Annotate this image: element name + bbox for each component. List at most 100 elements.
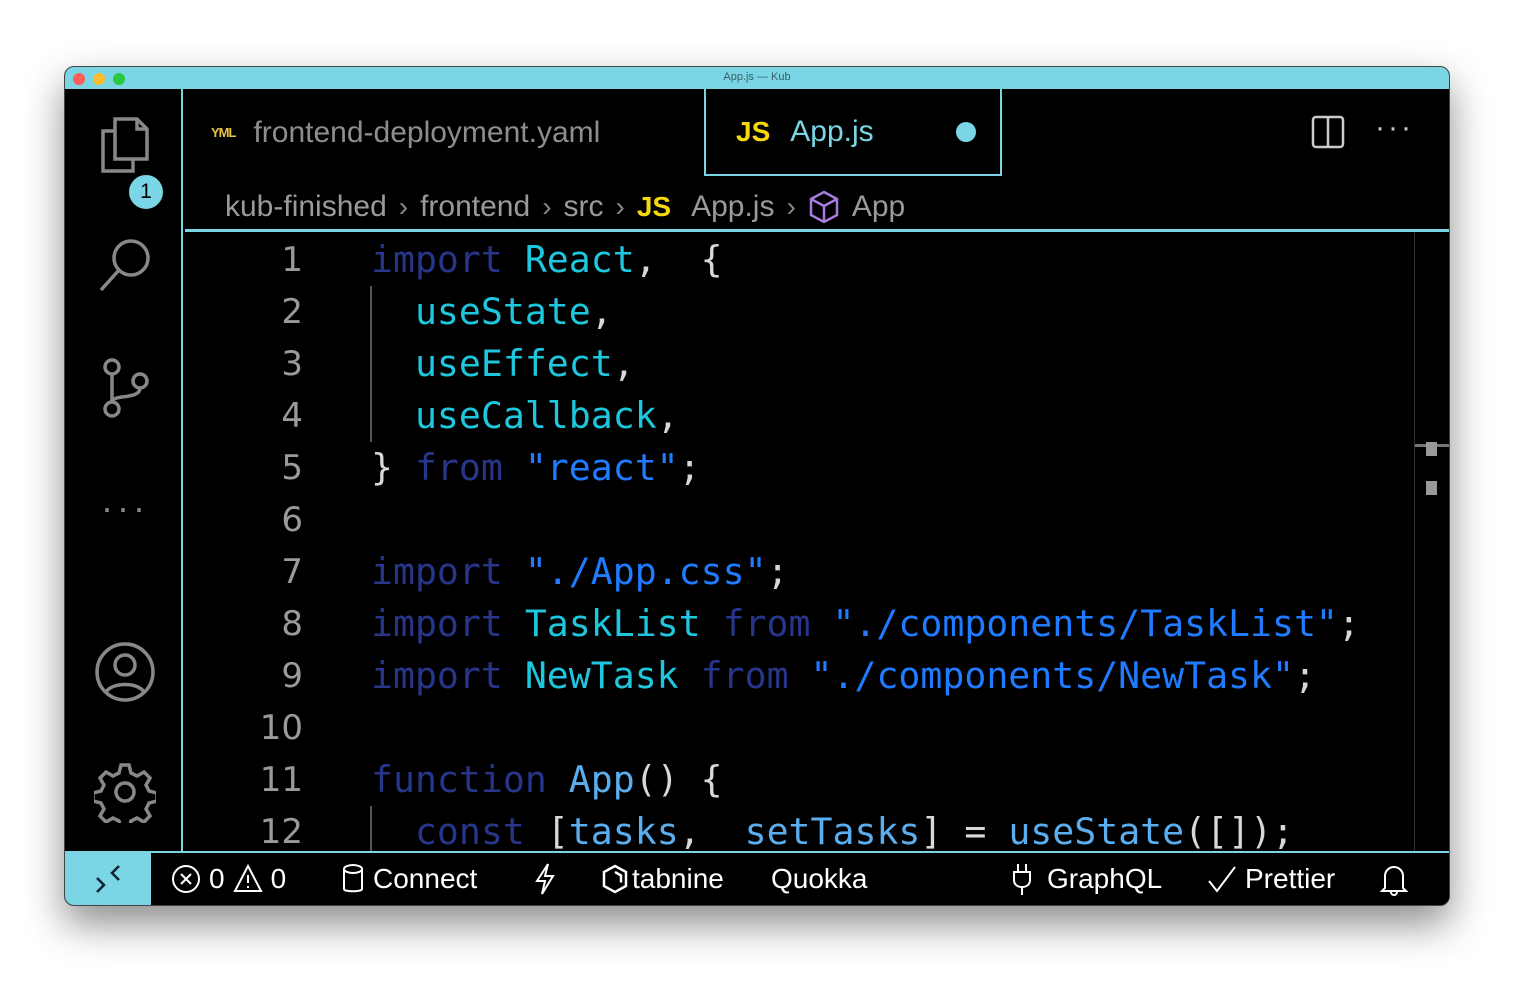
- code-token: NewTask: [524, 654, 701, 697]
- warning-icon: [232, 864, 263, 892]
- code-token: import: [371, 550, 525, 593]
- problems-button[interactable]: 0 0: [171, 853, 286, 905]
- code-text: useCallback,: [371, 390, 679, 442]
- more-actions-icon[interactable]: ···: [1375, 111, 1414, 145]
- code-line[interactable]: 1 import React, {: [185, 234, 1449, 286]
- tabnine-label: tabnine: [632, 863, 724, 894]
- code-token: "react": [524, 446, 679, 489]
- code-line[interactable]: 4 useCallback,: [185, 390, 1449, 442]
- code-text: useEffect,: [371, 338, 635, 390]
- line-number: 5: [281, 448, 303, 488]
- chevron-right-icon: ›: [786, 191, 796, 222]
- line-number: 7: [281, 552, 303, 592]
- js-file-icon: JS: [636, 191, 672, 222]
- code-token: from: [414, 446, 525, 489]
- error-count: 0: [209, 863, 225, 894]
- code-line[interactable]: 2 useState,: [185, 286, 1449, 338]
- line-number: 6: [281, 500, 303, 540]
- code-line[interactable]: 3 useEffect,: [185, 338, 1449, 390]
- tabnine-icon: [602, 864, 628, 894]
- code-token: }: [371, 446, 415, 489]
- code-token: ,: [612, 342, 635, 385]
- breadcrumb-item[interactable]: App: [852, 190, 905, 224]
- explorer-icon[interactable]: [94, 115, 156, 177]
- quokka-button[interactable]: Quokka: [771, 853, 868, 905]
- code-line[interactable]: 10: [185, 702, 1449, 754]
- code-line[interactable]: 9 import NewTask from "./components/NewTa…: [185, 650, 1449, 702]
- warning-count: 0: [270, 863, 287, 894]
- graphql-label: GraphQL: [1047, 863, 1163, 894]
- code-token: useEffect: [414, 342, 613, 385]
- graphql-button[interactable]: GraphQL: [1011, 853, 1162, 905]
- tab-frontend-deployment-yaml[interactable]: YML frontend-deployment.yaml: [211, 89, 600, 176]
- code-token: import: [371, 602, 525, 645]
- check-icon: [1208, 866, 1236, 893]
- database-icon: [343, 864, 363, 893]
- notifications-bell-icon[interactable]: [1379, 853, 1409, 905]
- breadcrumb-item[interactable]: App.js: [691, 190, 774, 224]
- code-token: App: [568, 758, 635, 801]
- connect-button[interactable]: Connect: [341, 853, 477, 905]
- cube-symbol-icon: [808, 190, 840, 224]
- code-line[interactable]: 6: [185, 494, 1449, 546]
- code-token: TaskList: [524, 602, 723, 645]
- code-token: ] =: [920, 810, 1009, 853]
- breadcrumb-item[interactable]: frontend: [420, 190, 530, 224]
- code-line[interactable]: 11 function App() {: [185, 754, 1449, 806]
- code-token: tasks: [568, 810, 679, 853]
- code-token: from: [700, 654, 811, 697]
- js-file-icon: JS: [736, 115, 771, 147]
- code-token: "./components/TaskList": [832, 602, 1338, 645]
- line-number: 9: [281, 656, 303, 696]
- more-icon[interactable]: ···: [94, 477, 156, 539]
- code-token: , {: [634, 238, 723, 281]
- tab-app-js[interactable]: JS App.js: [704, 89, 1002, 176]
- code-token: ,: [656, 394, 679, 437]
- settings-gear-icon[interactable]: [94, 761, 156, 823]
- source-control-icon[interactable]: [94, 357, 156, 419]
- line-number: 4: [281, 396, 303, 436]
- breadcrumb-item[interactable]: kub-finished: [225, 190, 387, 224]
- line-number: 3: [281, 344, 303, 384]
- code-line[interactable]: 5} from "react";: [185, 442, 1449, 494]
- code-token: useCallback: [414, 394, 657, 437]
- split-editor-icon[interactable]: [1311, 115, 1345, 154]
- code-token: useState: [1008, 810, 1185, 853]
- search-icon[interactable]: [94, 235, 156, 297]
- lightning-icon[interactable]: [533, 853, 557, 905]
- account-icon[interactable]: [94, 641, 156, 703]
- explorer-badge: 1: [126, 172, 166, 212]
- code-editor[interactable]: 1 import React, {2 useState, 3 useEffect, 4…: [185, 232, 1449, 853]
- code-token: ,: [590, 290, 613, 333]
- code-line[interactable]: 8 import TaskList from "./components/Task…: [185, 598, 1449, 650]
- chevron-right-icon: ›: [398, 191, 409, 222]
- status-bar: 0 0 Connect tabnine Quokka GraphQL Prett…: [65, 851, 1449, 905]
- line-number: 8: [281, 604, 303, 644]
- tabnine-button[interactable]: tabnine: [602, 853, 724, 905]
- unsaved-dot-icon[interactable]: [956, 122, 976, 142]
- prettier-button[interactable]: Prettier: [1207, 853, 1335, 905]
- code-token: import: [371, 238, 525, 281]
- code-token: ,: [678, 810, 745, 853]
- breadcrumb-item[interactable]: src: [564, 190, 604, 224]
- code-text: useState,: [371, 286, 613, 338]
- code-token: useState: [414, 290, 591, 333]
- line-number: 10: [259, 708, 303, 748]
- code-token: setTasks: [744, 810, 921, 853]
- code-text: import TaskList from "./components/TaskL…: [371, 598, 1360, 650]
- plug-icon: [1013, 864, 1031, 895]
- window-title: App.js — Kub: [723, 71, 791, 83]
- yaml-file-icon: YML: [211, 125, 236, 140]
- code-token: () {: [634, 758, 723, 801]
- code-line[interactable]: 7 import "./App.css";: [185, 546, 1449, 598]
- chevron-right-icon: ›: [542, 191, 552, 222]
- remote-button[interactable]: [65, 853, 151, 905]
- code-token: function: [371, 758, 569, 801]
- code-text: function App() {: [371, 754, 723, 806]
- code-token: import: [371, 654, 525, 697]
- error-icon: [172, 865, 200, 893]
